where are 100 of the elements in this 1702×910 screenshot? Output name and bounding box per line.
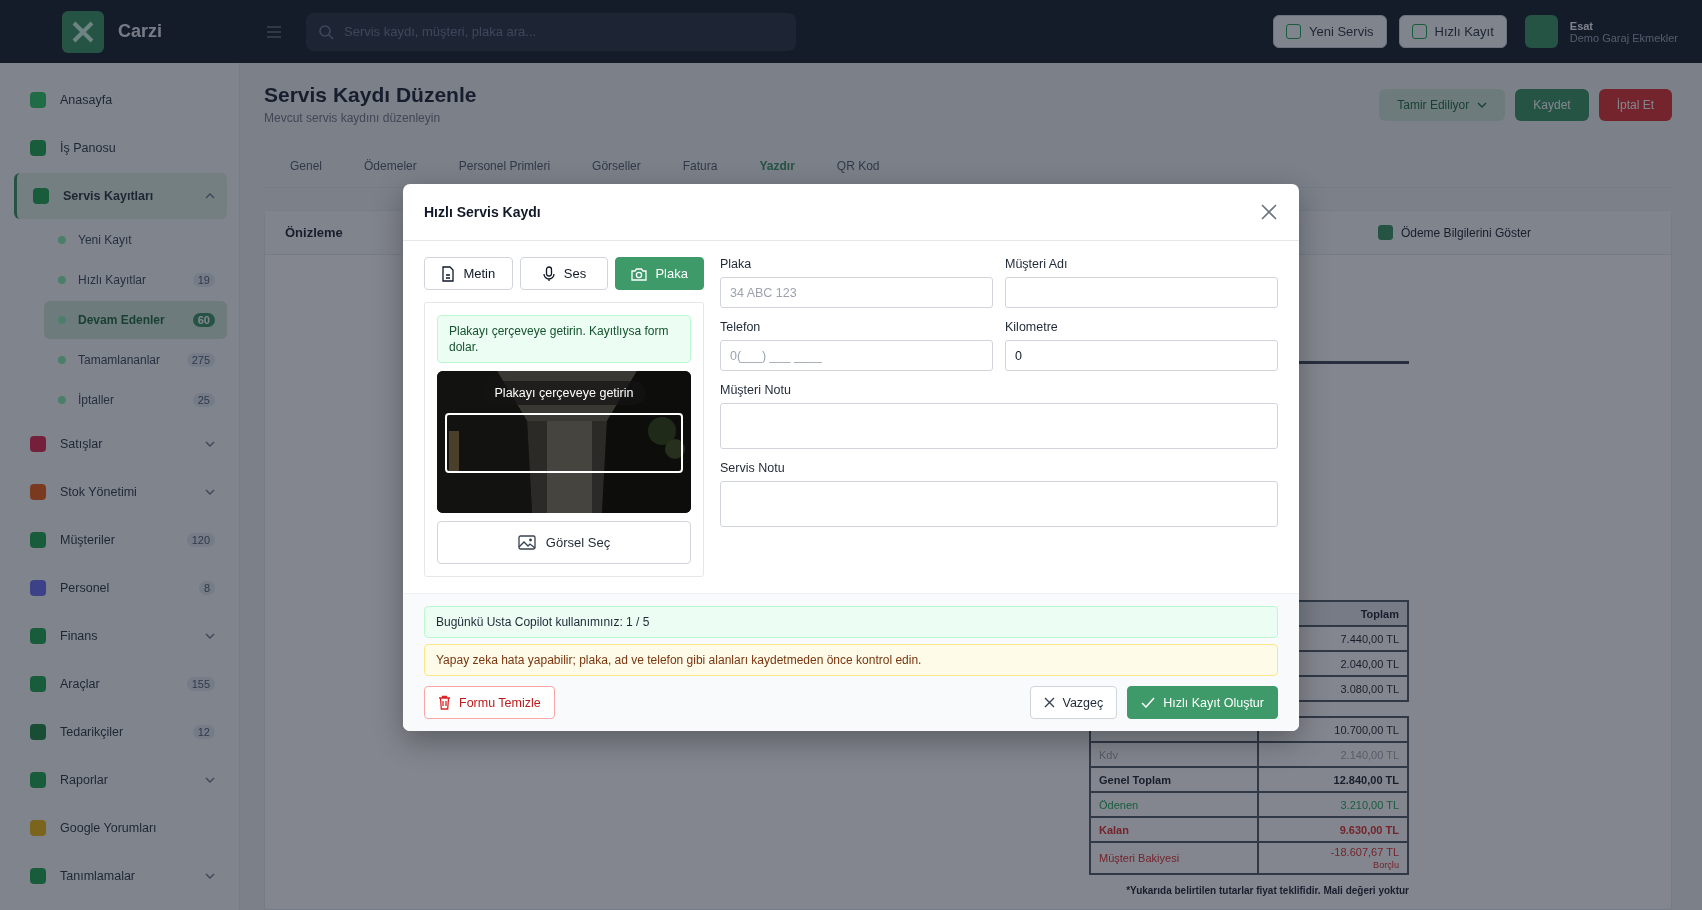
table-cell: Ödenen <box>1090 792 1258 817</box>
item-icon <box>30 868 46 884</box>
microphone-icon <box>541 265 556 282</box>
sidebar-item[interactable]: Araçlar 155 <box>14 661 227 707</box>
table-cell: -18.607,67 TL Borçlu <box>1258 842 1408 874</box>
sidebar-item[interactable]: Tedarikçiler 12 <box>14 709 227 755</box>
sidebar-item[interactable]: Anasayfa <box>14 77 227 123</box>
input-field[interactable]: 34 ABC 123 <box>720 277 993 308</box>
item-icon <box>30 676 46 692</box>
image-icon <box>517 535 536 551</box>
tab[interactable]: QR Kod <box>818 147 898 187</box>
choose-image-button[interactable]: Görsel Seç <box>437 521 691 565</box>
sidebar-item[interactable]: Stok Yönetimi <box>14 469 227 515</box>
item-icon <box>30 724 46 740</box>
item-icon <box>33 188 49 204</box>
sidebar-subitem[interactable]: Hızlı Kayıtlar 19 <box>44 261 227 299</box>
field-label: Servis Notu <box>720 461 786 475</box>
top-button[interactable]: Hızlı Kayıt <box>1398 15 1507 48</box>
footnote: *Yukarıda belirtilen tutarlar fiyat teklifidir. Mali değeri yoktur <box>1126 885 1409 896</box>
menu-icon[interactable] <box>266 24 282 39</box>
chevron-icon <box>1477 102 1488 108</box>
cancel-button[interactable]: Vazgeç <box>1029 686 1118 720</box>
text-area[interactable] <box>720 481 1278 527</box>
document-icon <box>441 265 456 282</box>
sidebar-item[interactable]: Satışlar <box>14 421 227 467</box>
field-label: Kilometre <box>1005 320 1059 334</box>
tab[interactable]: Genel <box>272 147 341 187</box>
close-icon[interactable] <box>1261 204 1277 220</box>
item-icon <box>58 396 66 404</box>
table-cell: 3.210,00 TL <box>1258 792 1408 817</box>
input-field[interactable]: 0 <box>1005 340 1278 371</box>
item-icon <box>30 772 46 788</box>
item-icon <box>30 580 46 596</box>
sidebar-item[interactable]: Servis Kayıtları <box>14 173 227 219</box>
warning-message: Yapay zeka hata yapabilir; plaka, ad ve telefon gibi alanları kaydetmeden önce kontrol edin. <box>424 644 1278 677</box>
search-icon <box>318 23 334 40</box>
sidebar-item[interactable]: Tanımlamalar <box>14 853 227 899</box>
checkbox[interactable] <box>1377 225 1393 240</box>
tab[interactable]: Personel Primleri <box>440 147 569 187</box>
clear-form-button[interactable]: Formu Temizle <box>424 686 555 720</box>
item-icon <box>58 356 66 364</box>
logo-icon <box>62 10 104 53</box>
page-title: Servis Kaydı Düzenle <box>264 83 477 107</box>
field-label: Müşteri Notu <box>720 383 792 397</box>
sidebar-item[interactable]: Müşteriler 120 <box>14 517 227 563</box>
item-icon <box>30 436 46 452</box>
tab[interactable]: Fatura <box>664 147 736 187</box>
sidebar-item[interactable]: İş Panosu <box>14 125 227 171</box>
close-icon <box>1043 697 1055 709</box>
cancel-button[interactable]: İptal Et <box>1598 89 1672 121</box>
app-name: Carzi <box>118 21 162 42</box>
hint-message: Plakayı çerçeveye getirin. Kayıtlıysa form dolar. <box>437 315 691 364</box>
item-icon <box>58 276 66 284</box>
item-icon <box>30 140 46 156</box>
mode-tab[interactable]: Metin <box>424 257 513 290</box>
top-button[interactable]: Yeni Servis <box>1273 15 1387 48</box>
camera-icon <box>631 266 648 281</box>
sidebar-item[interactable]: Raporlar <box>14 757 227 803</box>
trash-icon <box>438 695 451 711</box>
avatar-icon <box>1524 15 1558 48</box>
sidebar-item[interactable]: Finans <box>14 613 227 659</box>
sidebar-subitem[interactable]: İptaller 25 <box>44 381 227 419</box>
item-icon <box>58 236 66 244</box>
dialog-title: Hızlı Servis Kaydı <box>424 204 541 220</box>
tab[interactable]: Ödemeler <box>346 147 435 187</box>
input-field[interactable]: 0(___) ___ ____ <box>720 340 993 371</box>
create-button[interactable]: Hızlı Kayıt Oluştur <box>1127 686 1278 720</box>
mode-tab[interactable]: Plaka <box>615 257 704 290</box>
input-field[interactable] <box>1005 277 1278 308</box>
check-icon <box>1141 697 1156 709</box>
text-area[interactable] <box>720 403 1278 449</box>
status-dropdown[interactable]: Tamir Ediliyor <box>1379 89 1506 121</box>
checkbox-label: Ödeme Bilgilerini Göster <box>1400 225 1531 240</box>
item-icon <box>30 820 46 836</box>
item-icon <box>30 92 46 108</box>
table-cell: Müşteri Bakiyesi <box>1090 842 1258 874</box>
table-cell: Genel Toplam <box>1090 767 1258 792</box>
field-label: Telefon <box>720 320 762 334</box>
info-message: Bugünkü Usta Copilot kullanımınız: 1 / 5 <box>424 606 1278 639</box>
user-name: Esat <box>1569 19 1595 32</box>
item-icon <box>30 532 46 548</box>
sidebar-subitem[interactable]: Devam Edenler 60 <box>44 301 227 339</box>
table-cell: 12.840,00 TL <box>1258 767 1408 792</box>
field-label: Plaka <box>720 257 753 271</box>
item-icon <box>58 316 66 324</box>
page-subtitle: Mevcut servis kaydını düzenleyin <box>264 111 442 125</box>
card-title: Önizleme <box>285 225 343 240</box>
tab[interactable]: Görseller <box>574 147 659 187</box>
item-icon <box>30 628 46 644</box>
sidebar-item[interactable]: Google Yorumları <box>14 805 227 851</box>
sidebar-subitem[interactable]: Tamamlananlar 275 <box>44 341 227 379</box>
sidebar-item[interactable]: Personel 8 <box>14 565 227 611</box>
company-name: Demo Garaj Ekmekler <box>1569 31 1678 44</box>
mode-tab[interactable]: Ses <box>519 257 609 290</box>
sidebar-subitem[interactable]: Yeni Kayıt <box>44 221 227 259</box>
table-cell: 9.630,00 TL <box>1258 817 1408 842</box>
table-cell: Kalan <box>1090 817 1258 842</box>
item-icon <box>30 484 46 500</box>
save-button[interactable]: Kaydet <box>1515 89 1589 121</box>
field-label: Müşteri Adı <box>1005 257 1069 271</box>
